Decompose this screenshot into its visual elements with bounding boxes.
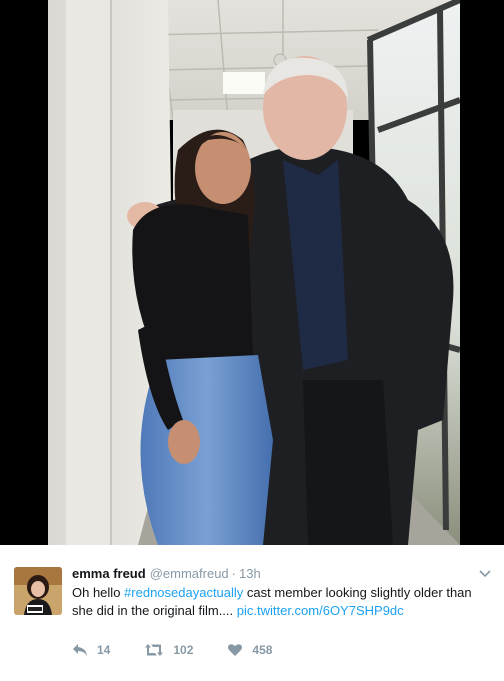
retweet-button[interactable]: 102	[144, 643, 193, 657]
chevron-down-icon[interactable]	[478, 567, 492, 581]
tweet-text-start: Oh hello	[72, 585, 125, 600]
like-button[interactable]: 458	[227, 643, 272, 657]
tweet-media[interactable]	[0, 0, 504, 545]
tweet-header: emma freud @emmafreud · 13h	[72, 565, 464, 583]
reply-button[interactable]: 14	[72, 643, 110, 657]
tweet-text: Oh hello #rednosedayactually cast member…	[72, 584, 492, 620]
like-count: 458	[252, 643, 273, 657]
author-name[interactable]: emma freud	[72, 566, 146, 581]
tweet-card: emma freud @emmafreud · 13h Oh hello #redno…	[0, 545, 504, 681]
tweet-actions: 14 102 458	[72, 641, 306, 659]
separator: ·	[231, 566, 236, 581]
retweet-icon	[145, 644, 164, 656]
reply-count: 14	[97, 643, 111, 657]
tweet-timestamp[interactable]: 13h	[239, 566, 261, 581]
avatar[interactable]	[14, 567, 62, 615]
pic-link[interactable]: pic.twitter.com/6OY7SHP9dc	[237, 603, 404, 618]
reply-icon	[73, 644, 87, 656]
retweet-count: 102	[173, 643, 194, 657]
author-handle[interactable]: @emmafreud	[150, 566, 229, 581]
hashtag-link[interactable]: #rednosedayactually	[124, 585, 243, 600]
heart-icon	[228, 644, 243, 656]
tweet-photo[interactable]	[48, 0, 460, 545]
